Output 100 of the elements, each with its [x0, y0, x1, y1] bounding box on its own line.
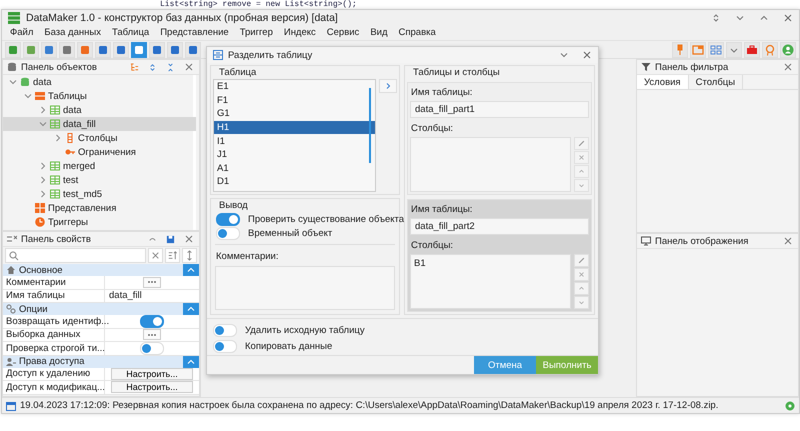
menu-item[interactable]: Представление: [160, 27, 229, 38]
toolbox-icon[interactable]: [744, 42, 760, 58]
pin-icon[interactable]: [672, 42, 688, 58]
list-item[interactable]: B1: [414, 258, 567, 269]
tree-item[interactable]: Таблицы: [3, 89, 196, 103]
sort-icon[interactable]: [165, 248, 180, 263]
caret-icon[interactable]: [54, 134, 62, 142]
section-header[interactable]: Права доступа: [3, 356, 199, 368]
list-item[interactable]: E1: [214, 80, 376, 94]
restore-icon[interactable]: [711, 12, 721, 22]
expand-icon[interactable]: [148, 62, 157, 72]
list-item[interactable]: J1: [214, 148, 376, 162]
table-name-field[interactable]: data_fill_part1: [410, 101, 589, 118]
collapse-button[interactable]: [183, 356, 199, 368]
field-label: Столбцы:: [410, 239, 454, 251]
hierarchy-icon[interactable]: [130, 62, 139, 72]
list-item[interactable]: H1: [214, 120, 376, 134]
menu-item[interactable]: Справка: [398, 27, 436, 38]
move-right-button[interactable]: [379, 79, 397, 93]
configure-button[interactable]: Настроить...: [110, 381, 194, 394]
tree-label: Таблицы: [48, 90, 87, 102]
tree-item[interactable]: Представления: [3, 201, 196, 215]
section-title: Основное: [19, 264, 63, 276]
group-label: Вывод: [218, 199, 249, 212]
caret-icon[interactable]: [9, 78, 17, 86]
close-icon[interactable]: [783, 12, 793, 22]
property-label: Доступ к модификац...: [3, 381, 105, 394]
close-icon[interactable]: [185, 235, 193, 243]
field-label: Имя таблицы:: [410, 203, 474, 215]
caret-icon[interactable]: [39, 106, 47, 114]
section-header[interactable]: Основное: [3, 264, 199, 276]
tree-item[interactable]: data_fill: [3, 117, 196, 131]
tree-item[interactable]: Ограничения: [3, 145, 196, 159]
menu-item[interactable]: Триггер: [240, 27, 273, 38]
pencil-icon[interactable]: [574, 137, 589, 150]
menu-item[interactable]: Файл: [10, 27, 34, 38]
tree-item[interactable]: Триггеры: [3, 215, 196, 229]
ellipsis-button[interactable]: [143, 329, 161, 340]
list-item[interactable]: A1: [214, 162, 376, 176]
option-label: Временный объект: [248, 228, 332, 238]
close-icon[interactable]: [784, 63, 792, 71]
caret-icon[interactable]: [39, 120, 47, 128]
menu-item[interactable]: Таблица: [112, 27, 150, 38]
tree-item[interactable]: data: [3, 75, 196, 89]
list-item[interactable]: F1: [214, 94, 376, 108]
tree-item[interactable]: Столбцы: [3, 131, 196, 145]
tree-item[interactable]: test_md5: [3, 187, 196, 201]
pencil-icon[interactable]: [574, 254, 589, 267]
comments-field[interactable]: [215, 266, 395, 310]
collapse-icon[interactable]: [166, 62, 175, 72]
table-icon: [50, 119, 60, 129]
tree-item[interactable]: test: [3, 173, 196, 187]
resize-icon[interactable]: [182, 248, 197, 263]
close-icon[interactable]: [185, 63, 193, 71]
tree-label: merged: [63, 160, 96, 172]
menu-item[interactable]: Сервис: [326, 27, 360, 38]
list-item[interactable]: G1: [214, 107, 376, 121]
award-icon[interactable]: [762, 42, 778, 58]
tree-label: data: [33, 76, 52, 88]
caret-icon[interactable]: [24, 92, 32, 100]
tree-item[interactable]: merged: [3, 159, 196, 173]
tab[interactable]: Условия: [637, 75, 689, 89]
background-code-line: List<string> remove = new List<string>();: [159, 0, 358, 9]
app-logo-icon: [8, 12, 20, 24]
collapse-button[interactable]: [183, 264, 199, 276]
close-icon[interactable]: [784, 237, 792, 245]
search-field[interactable]: [5, 248, 146, 263]
column-list[interactable]: E1 F1 G1 H1 I1 J1 A1 D1: [213, 79, 376, 192]
configure-button[interactable]: Настроить...: [110, 368, 194, 380]
caret-icon: [187, 305, 195, 313]
caret-icon[interactable]: [39, 176, 47, 184]
tree-item[interactable]: data: [3, 103, 196, 117]
table-name-field[interactable]: data_fill_part2: [410, 218, 589, 235]
window-icon[interactable]: [690, 42, 706, 58]
properties-icon: [7, 234, 17, 244]
user-icon[interactable]: [780, 42, 796, 58]
tab[interactable]: Столбцы: [688, 75, 744, 89]
collapse-button[interactable]: [183, 303, 199, 315]
caret-icon[interactable]: [39, 190, 47, 198]
close-icon[interactable]: [582, 50, 592, 60]
chevron-down-icon[interactable]: [559, 50, 569, 60]
menu-item[interactable]: Индекс: [284, 27, 316, 38]
section-header[interactable]: Опции: [3, 303, 199, 315]
caret-icon[interactable]: [726, 42, 742, 58]
menu-item[interactable]: Вид: [370, 27, 388, 38]
grid-icon[interactable]: [708, 42, 724, 58]
toggle-switch[interactable]: [216, 212, 240, 226]
menu-item[interactable]: База данных: [44, 27, 101, 38]
columns-list[interactable]: B1: [410, 254, 571, 309]
tables-icon: [35, 91, 45, 101]
caret-icon[interactable]: [39, 162, 47, 170]
table-part-panel[interactable]: Имя таблицы: data_fill_part1 Столбцы:: [407, 82, 592, 195]
table-part-panel[interactable]: Имя таблицы: data_fill_part2 Столбцы: B1: [407, 199, 592, 312]
ellipsis-button[interactable]: [143, 276, 161, 288]
option-label: Проверить существование объекта: [248, 214, 404, 224]
list-item[interactable]: I1: [214, 134, 376, 148]
list-item[interactable]: D1: [214, 175, 376, 189]
field-label: Имя таблицы:: [410, 86, 474, 98]
clear-icon[interactable]: [148, 248, 163, 263]
toggle-switch[interactable]: [140, 314, 164, 328]
